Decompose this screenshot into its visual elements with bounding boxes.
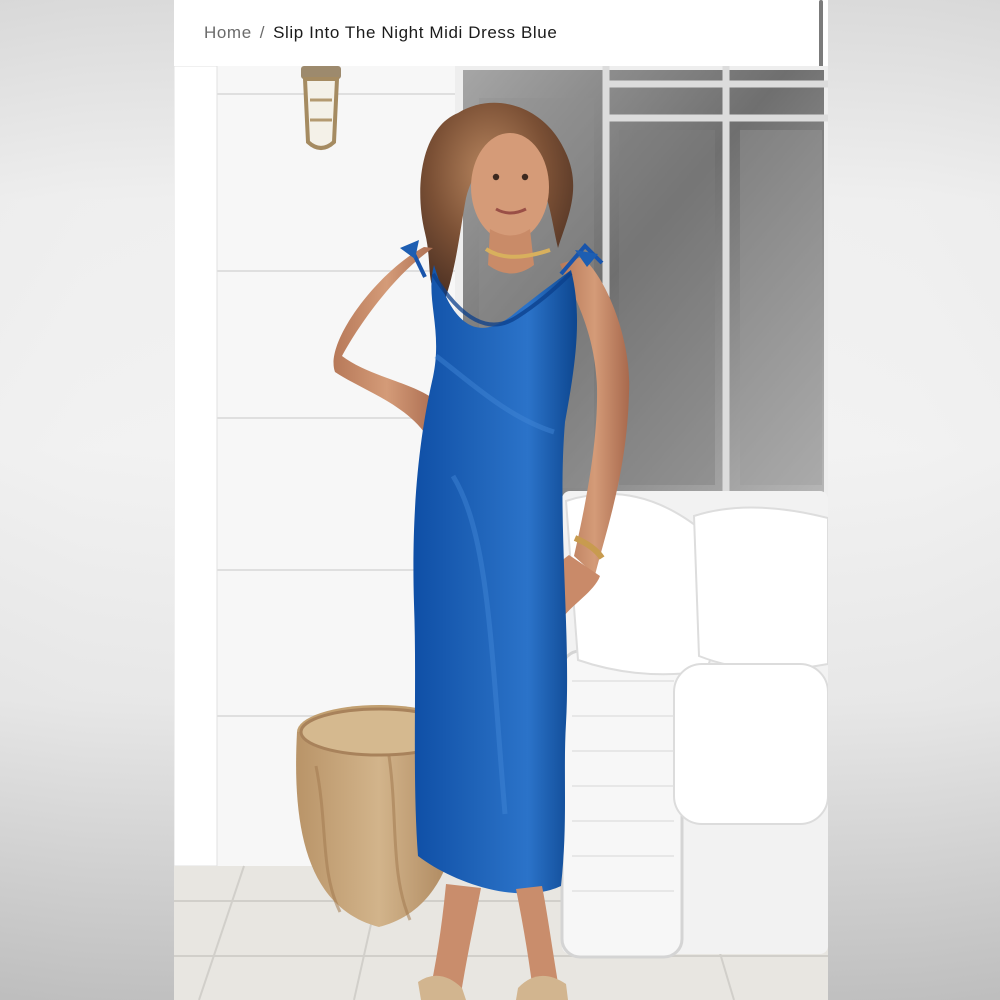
breadcrumb: Home / Slip Into The Night Midi Dress Bl…	[204, 0, 557, 66]
product-page-screenshot: Home / Slip Into The Night Midi Dress Bl…	[174, 0, 828, 1000]
breadcrumb-current-page: Slip Into The Night Midi Dress Blue	[273, 23, 558, 42]
left-background-blur	[0, 0, 174, 1000]
product-image[interactable]	[174, 66, 828, 1000]
product-image-illustration	[174, 66, 828, 1000]
right-background-blur	[828, 0, 1000, 1000]
breadcrumb-separator: /	[259, 23, 266, 42]
breadcrumb-home-link[interactable]: Home	[204, 23, 252, 43]
